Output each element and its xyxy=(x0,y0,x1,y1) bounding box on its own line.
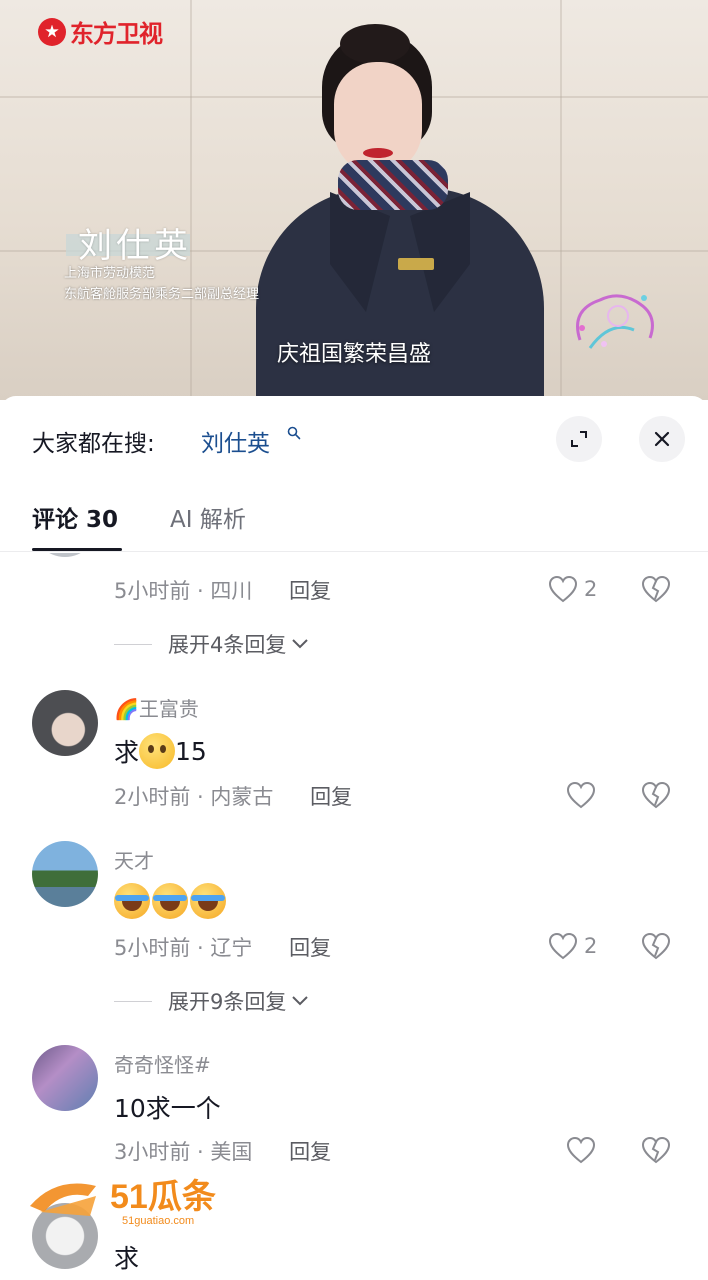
expand-replies-button[interactable]: 展开4条回复 xyxy=(114,629,310,659)
comment-content: 10求一个 xyxy=(114,1094,221,1123)
reply-button[interactable]: 回复 xyxy=(289,1140,331,1164)
comment-list[interactable]: 5小时前 · 四川 回复 2 展开4条回复 🌈王富贵 求 15 2小时前 · 内… xyxy=(0,553,708,1280)
name-plate: 刘仕英 xyxy=(66,218,192,267)
comment-location: 内蒙古 xyxy=(210,785,274,809)
heart-icon xyxy=(566,781,596,809)
comment-content xyxy=(114,883,228,919)
search-icon[interactable] xyxy=(287,426,301,440)
watermark-text: 51瓜条 xyxy=(110,1178,216,1216)
tab-comments[interactable]: 评论 30 xyxy=(32,500,118,534)
heart-icon xyxy=(548,575,578,603)
comment-time: 3小时前 xyxy=(114,1140,191,1164)
avatar[interactable] xyxy=(32,841,98,907)
reply-button[interactable]: 回复 xyxy=(289,936,331,960)
crying-laughing-emoji-icon xyxy=(114,883,150,919)
like-button[interactable] xyxy=(566,781,596,809)
expand-button[interactable] xyxy=(556,416,602,462)
expand-replies-button[interactable]: 展开9条回复 xyxy=(114,986,310,1016)
expand-replies-label: 展开4条回复 xyxy=(168,633,287,657)
like-count: 2 xyxy=(584,934,598,958)
expand-replies-label: 展开9条回复 xyxy=(168,990,287,1014)
person-title-2: 东航客舱服务部乘务二部副总经理 xyxy=(64,287,260,302)
site-watermark: 51瓜条 51guatiao.com xyxy=(30,1178,216,1227)
tab-ai-analysis[interactable]: AI 解析 xyxy=(170,500,246,534)
person-title-1: 上海市劳动模范 xyxy=(64,266,156,281)
comment-username[interactable]: 奇奇怪怪# xyxy=(114,1049,211,1078)
thinking-emoji-icon xyxy=(139,733,176,769)
chevron-down-icon xyxy=(292,639,309,649)
comment-time: 5小时前 xyxy=(114,936,191,960)
like-button[interactable]: 2 xyxy=(548,575,597,603)
crying-laughing-emoji-icon xyxy=(152,883,188,919)
person-name: 刘仕英 xyxy=(78,226,192,266)
comment-username[interactable]: 天才 xyxy=(114,845,154,874)
watermark-url: 51guatiao.com xyxy=(122,1215,194,1227)
comment-username[interactable]: 🌈王富贵 xyxy=(114,693,199,722)
active-tab-indicator xyxy=(32,548,122,551)
close-icon xyxy=(654,431,670,447)
search-suggestion-label: 大家都在搜: xyxy=(32,431,155,457)
reply-button[interactable]: 回复 xyxy=(310,785,352,809)
search-suggestion-term[interactable]: 刘仕英 xyxy=(201,424,270,458)
dislike-heart-broken-icon[interactable] xyxy=(641,932,671,960)
comment-time: 5小时前 xyxy=(114,579,191,603)
rainbow-icon: 🌈 xyxy=(114,697,139,721)
like-button[interactable] xyxy=(566,1136,596,1164)
channel-logo: 东方卫视 xyxy=(38,14,163,49)
reply-button[interactable]: 回复 xyxy=(289,579,331,603)
comment-location: 美国 xyxy=(210,1140,253,1164)
channel-logo-text: 东方卫视 xyxy=(70,20,163,48)
comment-meta: 2小时前 · 内蒙古 回复 xyxy=(114,785,353,809)
comment-time: 2小时前 xyxy=(114,785,191,809)
show-logo-icon xyxy=(576,294,654,349)
comment-meta: 3小时前 · 美国 回复 xyxy=(114,1140,332,1164)
avatar[interactable] xyxy=(32,553,98,557)
dragon-tv-logo-icon xyxy=(38,17,66,46)
chevron-down-icon xyxy=(292,996,309,1006)
close-button[interactable] xyxy=(639,416,685,462)
search-suggestion-row: 大家都在搜: 刘仕英 xyxy=(0,396,708,482)
like-button[interactable]: 2 xyxy=(548,932,597,960)
heart-icon xyxy=(548,932,578,960)
comment-meta: 5小时前 · 辽宁 回复 xyxy=(114,936,332,960)
dislike-heart-broken-icon[interactable] xyxy=(641,1136,671,1164)
avatar[interactable] xyxy=(32,1045,98,1111)
dislike-heart-broken-icon[interactable] xyxy=(641,575,671,603)
comment-sheet: 大家都在搜: 刘仕英 评论 30 AI 解析 5小时前 · 四川 回复 2 展开… xyxy=(0,396,708,1280)
like-count: 2 xyxy=(584,577,598,601)
comment-meta: 5小时前 · 四川 回复 xyxy=(114,579,332,603)
expand-icon xyxy=(571,431,587,447)
video-player[interactable]: 东方卫视 刘仕英 上海市劳动模范 东航客舱服务部乘务二部副总经理 庆祖国繁荣昌盛 xyxy=(0,0,708,400)
tab-bar: 评论 30 AI 解析 xyxy=(0,494,708,552)
comment-content: 求 15 xyxy=(114,733,207,769)
avatar[interactable] xyxy=(32,690,98,756)
crying-laughing-emoji-icon xyxy=(190,883,226,919)
heart-icon xyxy=(566,1136,596,1164)
dislike-heart-broken-icon[interactable] xyxy=(641,781,671,809)
comment-location: 四川 xyxy=(210,579,253,603)
comment-location: 辽宁 xyxy=(210,936,253,960)
comment-content: 求 xyxy=(114,1244,140,1273)
